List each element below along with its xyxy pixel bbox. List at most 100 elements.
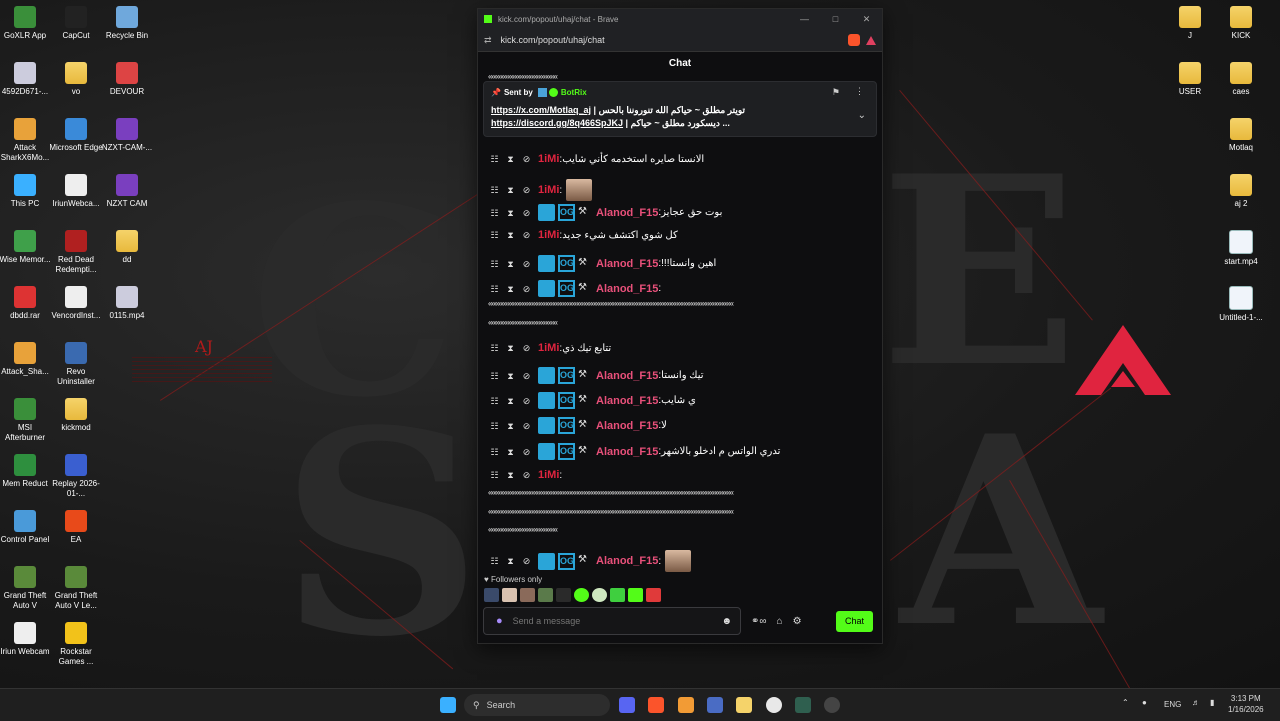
desktop-icon[interactable]: vo (48, 62, 104, 97)
send-chat-button[interactable]: Chat (836, 610, 873, 632)
file-explorer-icon[interactable] (736, 697, 752, 713)
message-input[interactable] (510, 615, 722, 627)
pinned-message[interactable]: 📌 Sent by BotRix ⚑ ⋮ ⌄ https://x.com/Mot… (483, 81, 877, 137)
chat-username[interactable]: 1iMi (538, 184, 559, 196)
iriun-icon[interactable] (766, 697, 782, 713)
desktop-icon[interactable]: Iriun Webcam (0, 622, 53, 657)
obs-icon[interactable] (824, 697, 840, 713)
desktop-icon[interactable]: Grand Theft Auto V (0, 566, 53, 611)
chat-username[interactable]: Alanod_F15 (596, 555, 658, 567)
microphone-icon[interactable]: ● (496, 615, 503, 627)
desktop-icon[interactable]: Mem Reduct (0, 454, 53, 489)
desktop-icon[interactable]: This PC (0, 174, 53, 209)
emote[interactable] (520, 588, 535, 602)
desktop-icon[interactable]: dd (99, 230, 155, 265)
emote[interactable] (484, 588, 499, 602)
aimp-icon[interactable] (678, 697, 694, 713)
chat-username[interactable]: Alanod_F15 (596, 446, 658, 458)
desktop-icon[interactable]: kickmod (48, 398, 104, 433)
chat-username[interactable]: Alanod_F15 (596, 283, 658, 295)
desktop-icon[interactable]: GoXLR App (0, 6, 53, 41)
pinned-link-x[interactable]: https://x.com/Motlaq_aj (491, 105, 591, 115)
desktop-icon[interactable]: caes (1213, 62, 1269, 97)
desktop-icon[interactable]: start.mp4 (1213, 230, 1269, 267)
chat-username[interactable]: 1iMi (538, 153, 559, 165)
chat-message[interactable]: ☷ ⧗ ⊘ OG ⚒ Alanod_F15: بوت حق عجايز (490, 204, 722, 221)
desktop-icon[interactable]: Control Panel (0, 510, 53, 545)
desktop-icon[interactable]: VencordInst... (48, 286, 104, 321)
goxlr-icon[interactable] (795, 697, 811, 713)
desktop-icon[interactable]: Rockstar Games ... (48, 622, 104, 667)
chat-message[interactable]: ☷ ⧗ ⊘ OG ⚒ Alanod_F15: تدري الواتس م ادخلو با… (490, 443, 780, 460)
discord-icon[interactable] (619, 697, 635, 713)
chat-message[interactable]: ☷ ⧗ ⊘ 1iMi: الانستا صايره استخدمه كأني شايب (490, 153, 704, 165)
desktop-icon[interactable]: MSI Afterburner (0, 398, 53, 443)
desktop-icon[interactable]: Attack SharkX6Mo... (0, 118, 53, 163)
desktop-icon[interactable]: Revo Uninstaller (48, 342, 104, 387)
emote[interactable] (538, 588, 553, 602)
desktop-icon[interactable]: CapCut (48, 6, 104, 41)
desktop-icon[interactable]: Red Dead Redempti... (48, 230, 104, 275)
emoji-icon[interactable]: ☻ (721, 616, 732, 627)
language-indicator[interactable]: ENG (1164, 700, 1181, 709)
more-options-icon[interactable]: ⋮ (855, 86, 864, 97)
emote[interactable] (628, 588, 643, 602)
desktop-icon[interactable]: Recycle Bin (99, 6, 155, 41)
chat-username[interactable]: Alanod_F15 (596, 207, 658, 219)
chat-username[interactable]: 1iMi (538, 342, 559, 354)
pin-icon[interactable]: ⚑ (832, 87, 840, 98)
chat-message[interactable]: ☷ ⧗ ⊘ 1iMi: (490, 469, 562, 481)
windows-start-icon[interactable] (440, 697, 456, 713)
desktop-icon[interactable]: Grand Theft Auto V Le... (48, 566, 104, 611)
desktop-icon[interactable]: USER (1162, 62, 1218, 97)
battery-icon[interactable]: ▮ (1210, 698, 1214, 707)
chat-message[interactable]: ☷ ⧗ ⊘ 1iMi: كل شوي اكتشف شيء جديد (490, 229, 677, 241)
address-bar[interactable]: ⇄ kick.com/popout/uhaj/chat (478, 29, 882, 52)
settings-gear-icon[interactable]: ⚙ (793, 616, 802, 627)
chat-username[interactable]: Alanod_F15 (596, 370, 658, 382)
desktop-icon[interactable]: 4592D671-... (0, 62, 53, 97)
emote[interactable] (610, 588, 625, 602)
site-info-icon[interactable]: ⇄ (484, 35, 492, 46)
emote[interactable] (592, 588, 607, 602)
chat-message[interactable]: ☷ ⧗ ⊘ OG ⚒ Alanod_F15: !!!اهين وانستا (490, 255, 716, 272)
volume-icon[interactable]: ♬ (1192, 698, 1200, 707)
app-icon[interactable] (707, 697, 723, 713)
pinned-link-discord[interactable]: https://discord.gg/8q466SpJKJ (491, 118, 623, 128)
chat-username[interactable]: Alanod_F15 (596, 395, 658, 407)
chat-message[interactable]: ☷ ⧗ ⊘ OG ⚒ Alanod_F15: لا (490, 417, 667, 434)
message-box[interactable]: ● ☻ (483, 607, 741, 635)
chat-messages[interactable]: «««««««««««««««««««« 📌 Sent by BotRix ⚑ … (478, 75, 882, 573)
desktop-icon[interactable]: Attack_Sha... (0, 342, 53, 377)
emote[interactable] (502, 588, 517, 602)
tray-chevron-up-icon[interactable]: ⌃ (1122, 698, 1129, 707)
chevron-down-icon[interactable]: ⌄ (858, 110, 866, 121)
clock[interactable]: 3:13 PM 1/16/2026 (1228, 693, 1264, 715)
chat-username[interactable]: Alanod_F15 (596, 258, 658, 270)
chat-message[interactable]: ☷ ⧗ ⊘ 1iMi: تتابع تيك ذي (490, 342, 611, 354)
desktop-icon[interactable]: Motlaq (1213, 118, 1269, 153)
users-infinity-icon[interactable]: ⚭∞ (751, 616, 767, 627)
desktop-icon[interactable]: 0115.mp4 (99, 286, 155, 321)
desktop-icon[interactable]: dbdd.rar (0, 286, 53, 321)
desktop-icon[interactable]: aj 2 (1213, 174, 1269, 209)
desktop-icon[interactable]: Untitled-1-... (1213, 286, 1269, 323)
chat-message[interactable]: ☷ ⧗ ⊘ OG ⚒ Alanod_F15: (490, 550, 692, 572)
microphone-tray-icon[interactable]: ● (1142, 698, 1147, 707)
desktop-icon[interactable]: J (1162, 6, 1218, 41)
brave-icon[interactable] (648, 697, 664, 713)
bot-name[interactable]: BotRix (561, 88, 587, 97)
url-text[interactable]: kick.com/popout/uhaj/chat (501, 35, 848, 45)
emote[interactable] (574, 588, 589, 602)
desktop-icon[interactable]: EA (48, 510, 104, 545)
chat-username[interactable]: Alanod_F15 (596, 420, 658, 432)
chat-message[interactable]: ☷ ⧗ ⊘ OG ⚒ Alanod_F15: (490, 280, 661, 297)
minimize-button[interactable]: — (789, 14, 820, 24)
desktop-icon[interactable]: Wise Memor... (0, 230, 53, 265)
desktop-icon[interactable]: KICK (1213, 6, 1269, 41)
brave-rewards-icon[interactable] (866, 35, 876, 45)
chat-username[interactable]: 1iMi (538, 229, 559, 241)
emote[interactable] (556, 588, 571, 602)
taskbar-search[interactable]: ⚲ Search (464, 694, 610, 716)
desktop-icon[interactable]: Replay 2026-01-... (48, 454, 104, 499)
